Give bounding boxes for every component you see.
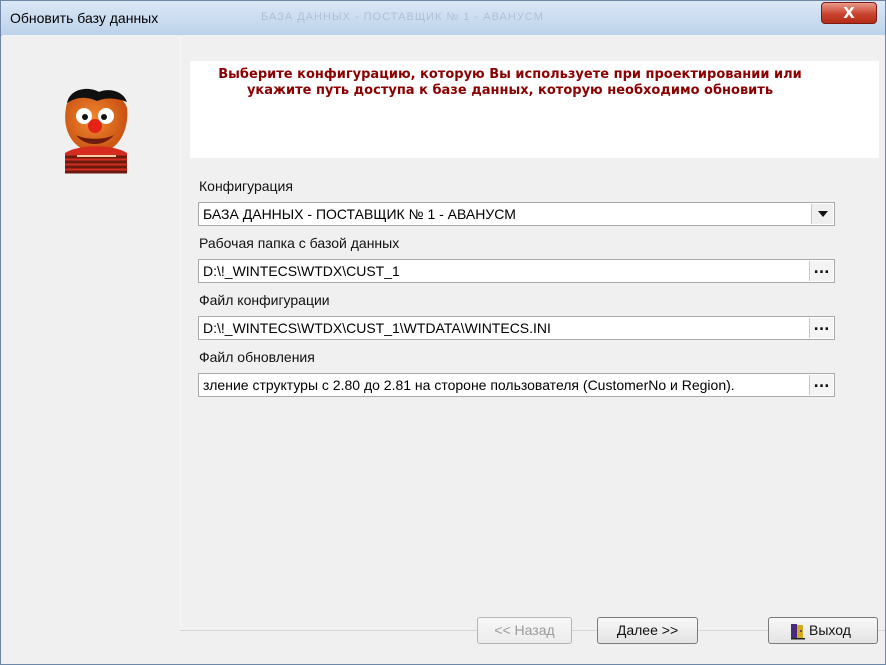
update-file-label: Файл обновления	[199, 349, 315, 365]
instruction-banner: Выберите конфигурацию, которую Вы исполь…	[190, 61, 879, 158]
ernie-mascot-icon	[65, 88, 128, 174]
window-title: Обновить базу данных	[10, 10, 159, 26]
left-pane	[2, 35, 180, 631]
update-database-window: Обновить базу данных БАЗА ДАННЫХ - ПОСТА…	[0, 0, 886, 665]
configuration-label: Конфигурация	[199, 178, 293, 194]
background-window-title: БАЗА ДАННЫХ - ПОСТАВЩИК № 1 - АВАНУСМ	[261, 11, 544, 23]
update-file-browse-button[interactable]: ...	[809, 375, 833, 395]
instruction-message: Выберите конфигурацию, которую Вы исполь…	[218, 67, 802, 98]
configuration-value: БАЗА ДАННЫХ - ПОСТАВЩИК № 1 - АВАНУСМ	[203, 206, 516, 222]
back-button[interactable]: << Назад	[477, 617, 572, 644]
configuration-file-field[interactable]: D:\!_WINTECS\WTDX\CUST_1\WTDATA\WINTECS.…	[198, 316, 835, 340]
database-folder-field[interactable]: D:\!_WINTECS\WTDX\CUST_1 ...	[198, 259, 835, 283]
exit-label: Выход	[809, 622, 851, 638]
update-file-value: зление структуры с 2.80 до 2.81 на сторо…	[203, 377, 735, 393]
configuration-file-value: D:\!_WINTECS\WTDX\CUST_1\WTDATA\WINTECS.…	[203, 320, 551, 336]
database-folder-label: Рабочая папка с базой данных	[199, 235, 400, 251]
configuration-file-browse-button[interactable]: ...	[809, 318, 833, 338]
database-folder-value: D:\!_WINTECS\WTDX\CUST_1	[203, 263, 400, 279]
next-button[interactable]: Далее >>	[597, 617, 698, 644]
close-button[interactable]: X	[821, 2, 877, 24]
database-folder-browse-button[interactable]: ...	[809, 261, 833, 281]
chevron-down-icon[interactable]	[811, 204, 833, 224]
exit-button[interactable]: Выход	[768, 617, 878, 644]
configuration-file-label: Файл конфигурации	[199, 292, 330, 308]
window-titlebar: Обновить базу данных БАЗА ДАННЫХ - ПОСТА…	[1, 1, 885, 36]
update-file-field[interactable]: зление структуры с 2.80 до 2.81 на сторо…	[198, 373, 835, 397]
configuration-dropdown[interactable]: БАЗА ДАННЫХ - ПОСТАВЩИК № 1 - АВАНУСМ	[198, 202, 835, 226]
exit-door-icon	[791, 624, 805, 640]
